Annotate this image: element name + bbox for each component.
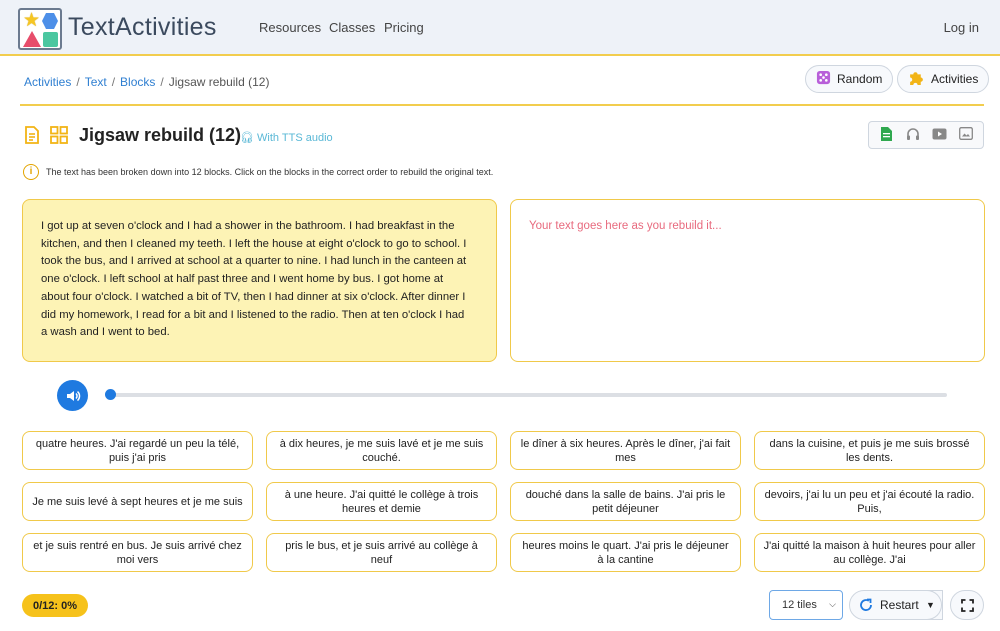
random-button[interactable]: Random [805,65,894,93]
dice-icon [816,70,831,88]
tile-5[interactable]: Je me suis levé à sept heures et je me s… [22,482,253,521]
restart-label: Restart [880,598,919,612]
tile-3[interactable]: le dîner à six heures. Après le dîner, j… [510,431,741,470]
video-view-icon[interactable] [930,128,948,143]
breadcrumb-blocks[interactable]: Blocks [120,75,155,89]
nav-classes[interactable]: Classes [329,20,375,35]
section-divider [20,104,984,106]
source-text-panel: I got up at seven o'clock and I had a sh… [22,199,497,362]
breadcrumb-text[interactable]: Text [85,75,107,89]
breadcrumb-current: Jigsaw rebuild (12) [168,75,270,89]
headphones-view-icon[interactable] [904,127,922,144]
text-view-icon[interactable] [877,126,895,144]
tile-4[interactable]: dans la cuisine, et puis je me suis bros… [754,431,985,470]
progress-badge: 0/12: 0% [22,594,89,617]
chevron-down-icon: ⌵ [829,599,836,609]
page-title: Jigsaw rebuild (12) [79,125,242,145]
info-icon: i [23,164,39,180]
breadcrumb: Activities / Text / Blocks / Jigsaw rebuild (1… [24,75,270,89]
instructions-text: The text has been broken down into 12 bl… [46,167,494,177]
breadcrumb-activities[interactable]: Activities [24,75,71,89]
audio-progress-knob[interactable] [105,389,116,400]
logo-icon[interactable]: ★ [18,8,62,50]
caret-down-icon: ▼ [926,600,935,610]
view-toolbar [868,121,984,149]
headphones-icon: 🎧︎ [240,132,254,144]
activities-button[interactable]: Activities [897,65,990,93]
image-view-icon[interactable] [957,127,975,143]
activities-label: Activities [931,72,979,86]
rebuild-text-panel[interactable]: Your text goes here as you rebuild it... [510,199,985,362]
audio-progress-track[interactable] [107,393,947,397]
brand-name[interactable]: TextActivities [68,13,217,42]
tile-2[interactable]: à dix heures, je me suis lavé et je me s… [266,431,497,470]
tile-1[interactable]: quatre heures. J'ai regardé un peu la té… [22,431,253,470]
audio-play-button[interactable] [57,380,88,411]
refresh-icon [860,598,872,611]
tiles-grid: quatre heures. J'ai regardé un peu la té… [22,431,985,572]
speaker-icon [66,390,80,401]
tile-10[interactable]: pris le bus, et je suis arrivé au collèg… [266,533,497,572]
login-link[interactable]: Log in [944,20,979,35]
document-icon [23,126,41,144]
tts-label: 🎧︎ With TTS audio [240,132,333,144]
top-header: ★ TextActivities Resources Classes Prici… [0,0,1000,56]
fullscreen-icon [960,598,974,612]
tile-7[interactable]: douché dans la salle de bains. J'ai pris… [510,482,741,521]
fullscreen-button[interactable] [950,590,984,620]
puzzle-icon [908,69,925,89]
tile-11[interactable]: heures moins le quart. J'ai pris le déje… [510,533,741,572]
nav-pricing[interactable]: Pricing [384,20,424,35]
tiles-count-select[interactable]: 12 tiles ⌵ [769,590,843,620]
tile-9[interactable]: et je suis rentré en bus. Je suis arrivé… [22,533,253,572]
tiles-count-value: 12 tiles [782,599,817,611]
tile-8[interactable]: devoirs, j'ai lu un peu et j'ai écouté l… [754,482,985,521]
tile-12[interactable]: J'ai quitté la maison à huit heures pour… [754,533,985,572]
tile-6[interactable]: à une heure. J'ai quitté le collège à tr… [266,482,497,521]
random-label: Random [837,72,883,86]
nav-resources[interactable]: Resources [259,20,321,35]
grid-icon [50,126,68,144]
